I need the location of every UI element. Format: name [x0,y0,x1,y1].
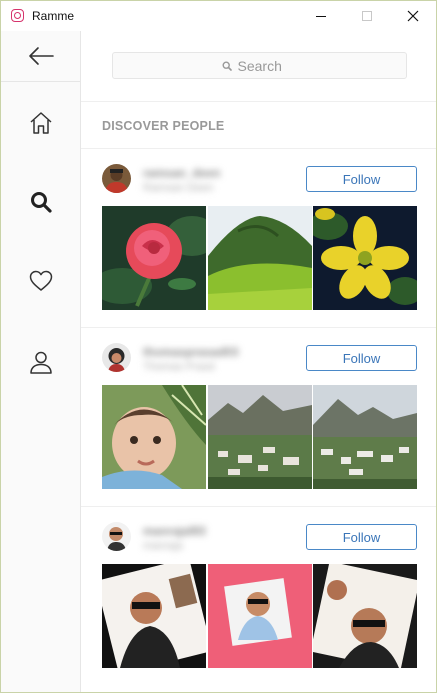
back-button[interactable] [1,31,80,82]
photo-row [102,385,417,489]
user-fullname: manraja [143,540,183,552]
username[interactable]: ramsan_deen [143,166,220,180]
sidebar-item-explore[interactable] [26,187,56,217]
photo-thumbnail[interactable] [208,385,312,489]
close-icon [407,10,419,22]
heart-icon [29,270,53,291]
maximize-button[interactable] [344,1,390,31]
user-fullname: Ramsan Deen [143,182,214,194]
photo-row [102,206,417,310]
photo-row [102,564,417,668]
avatar[interactable] [102,522,131,551]
sidebar-item-home[interactable] [26,108,56,138]
suggested-user-card: ramsan_deen Ramsan Deen Follow [81,149,436,328]
avatar[interactable] [102,164,131,193]
username[interactable]: thomasprasad03 [143,345,238,359]
title-bar: Ramme [1,1,436,31]
search-input[interactable] [237,57,298,74]
follow-button[interactable]: Follow [306,524,417,550]
minimize-icon [316,15,326,17]
photo-thumbnail[interactable] [313,385,417,489]
app-window: Ramme DISCOVER PEOPLE [0,0,437,693]
suggested-user-card: thomasprasad03 Thomas Prasd Follow [81,328,436,507]
app-logo-icon [11,9,24,22]
username[interactable]: manrajal83 [143,524,206,538]
sidebar [1,31,81,692]
search-icon [221,60,232,71]
window-title: Ramme [32,9,75,23]
photo-thumbnail[interactable] [102,564,206,668]
main-content: DISCOVER PEOPLE ramsan_deen Ramsan Deen … [81,31,436,692]
photo-thumbnail[interactable] [208,564,312,668]
photo-thumbnail[interactable] [313,564,417,668]
search-field[interactable] [112,52,407,79]
user-icon [30,351,52,374]
user-fullname: Thomas Prasd [143,361,215,373]
avatar[interactable] [102,343,131,372]
photo-thumbnail[interactable] [102,206,206,310]
follow-button[interactable]: Follow [306,166,417,192]
photo-thumbnail[interactable] [208,206,312,310]
maximize-icon [362,11,372,21]
follow-button[interactable]: Follow [306,345,417,371]
suggested-user-card: manrajal83 manraja Follow [81,507,436,692]
photo-thumbnail[interactable] [102,385,206,489]
sidebar-item-profile[interactable] [26,347,56,377]
discover-people-heading: DISCOVER PEOPLE [102,119,225,133]
sidebar-item-activity[interactable] [26,266,56,296]
home-icon [30,112,52,134]
search-bar [81,31,436,102]
search-icon [31,192,52,213]
arrow-left-icon [28,47,54,65]
close-button[interactable] [390,1,436,31]
minimize-button[interactable] [298,1,344,31]
photo-thumbnail[interactable] [313,206,417,310]
